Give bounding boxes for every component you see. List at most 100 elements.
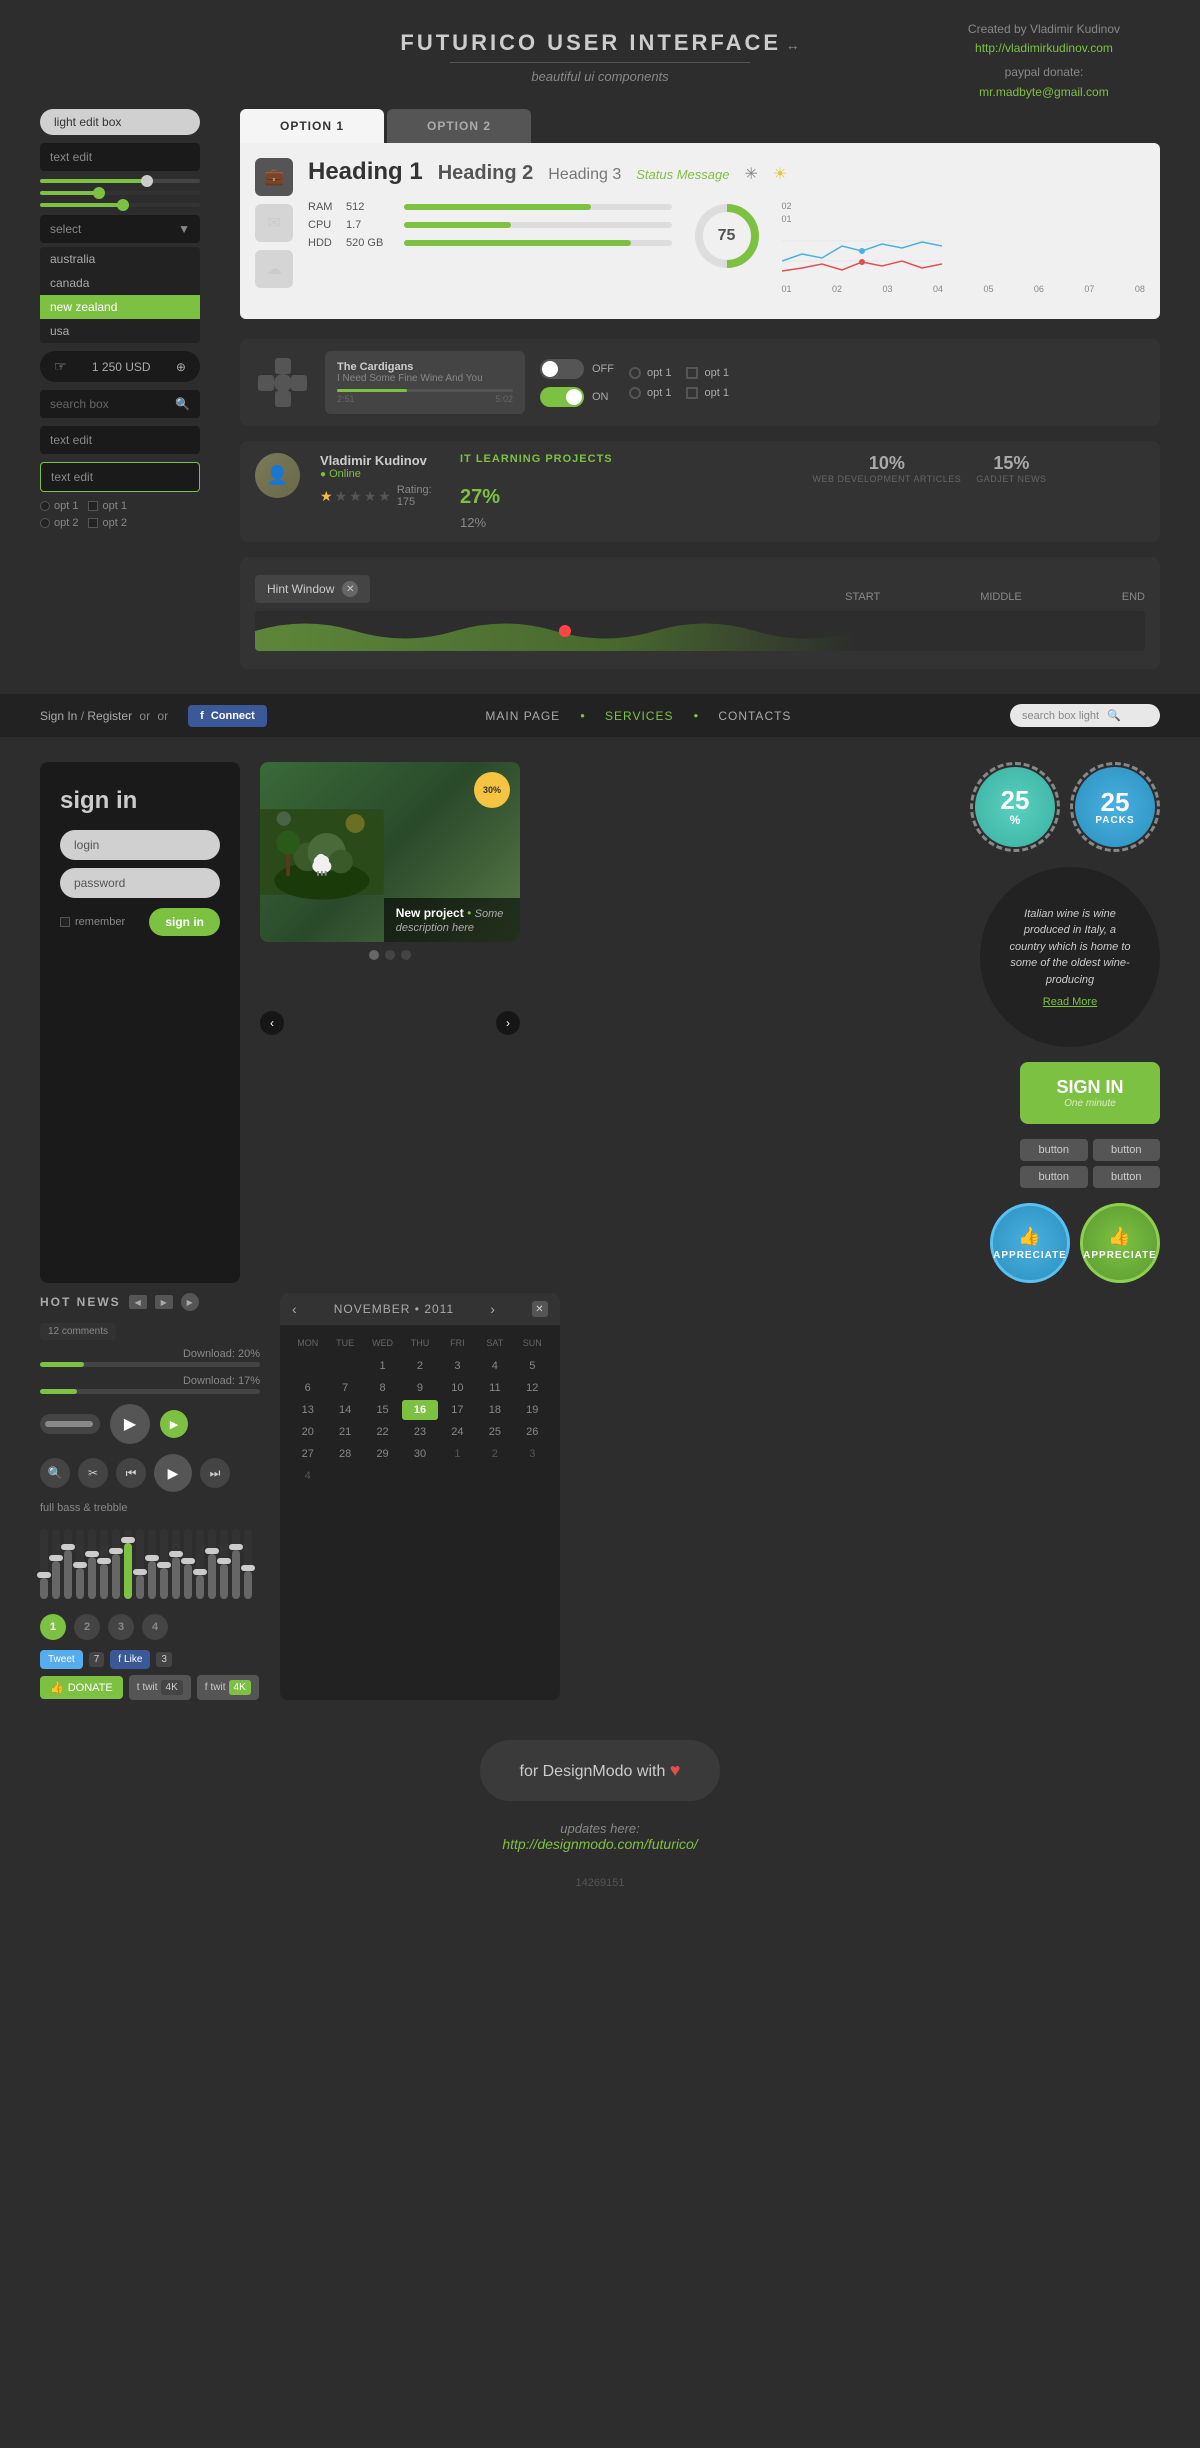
slider-1[interactable] (40, 179, 200, 183)
eq-bar-3[interactable] (64, 1529, 72, 1599)
cal-day-17[interactable]: 17 (440, 1400, 475, 1420)
cal-day-11[interactable]: 11 (477, 1378, 512, 1398)
button-4[interactable]: button (1093, 1166, 1161, 1188)
dropdown-item-australia[interactable]: australia (40, 247, 200, 271)
footer-update-url[interactable]: http://designmodo.com/futurico/ (0, 1836, 1200, 1852)
vol-down-button[interactable]: 🔍 (40, 1458, 70, 1488)
carousel-next[interactable]: › (496, 1011, 520, 1035)
search-box[interactable]: search box 🔍 (40, 390, 200, 418)
prev-button[interactable]: ⏮ (116, 1458, 146, 1488)
cal-day-16[interactable]: 16 (402, 1400, 437, 1420)
appreciate-blue-button[interactable]: 👍 APPRECIATE (990, 1203, 1070, 1283)
cal-next[interactable]: › (490, 1301, 496, 1317)
text-edit-3[interactable]: text edit (40, 462, 200, 492)
password-input[interactable]: password (60, 868, 220, 898)
register-link[interactable]: Register (87, 709, 132, 723)
appreciate-green-button[interactable]: 👍 APPRECIATE (1080, 1203, 1160, 1283)
scissors-button[interactable]: ✂ (78, 1458, 108, 1488)
eq-bar-6[interactable] (100, 1529, 108, 1599)
toggle-on[interactable] (540, 387, 584, 407)
page-4[interactable]: 4 (142, 1614, 168, 1640)
cal-day-2[interactable]: 2 (402, 1356, 437, 1376)
signin-big-button[interactable]: SIGN IN One minute (1020, 1062, 1160, 1124)
cal-day-8[interactable]: 8 (365, 1378, 400, 1398)
cal-day-27[interactable]: 27 (290, 1444, 325, 1464)
sign-in-link[interactable]: Sign In (40, 709, 77, 723)
eq-bar-7[interactable] (112, 1529, 120, 1599)
fb-button-1[interactable]: f twit 4K (197, 1675, 259, 1700)
dpad-left[interactable] (258, 375, 274, 391)
comments-badge[interactable]: 12 comments (40, 1323, 116, 1340)
light-edit-box[interactable]: light edit box (40, 109, 200, 135)
wave-progress[interactable] (255, 611, 1145, 651)
donate-button[interactable]: 👍 DONATE (40, 1676, 123, 1699)
cal-day-15[interactable]: 15 (365, 1400, 400, 1420)
dropdown-item-usa[interactable]: usa (40, 319, 200, 343)
nav-main-page[interactable]: MAIN PAGE (485, 709, 560, 723)
remember-row[interactable]: remember (60, 916, 125, 928)
button-2[interactable]: button (1093, 1139, 1161, 1161)
eq-bar-11[interactable] (160, 1529, 168, 1599)
volume-slider[interactable] (40, 1414, 100, 1434)
slider-2[interactable] (40, 191, 200, 195)
eq-bar-1[interactable] (40, 1529, 48, 1599)
play-button-green[interactable]: ▶ (160, 1410, 188, 1438)
carousel-dot-3[interactable] (401, 950, 411, 960)
cal-day-31c[interactable]: 3 (515, 1444, 550, 1464)
cal-day-6[interactable]: 6 (290, 1378, 325, 1398)
checkbox-dark-opt2[interactable]: opt 1 (686, 387, 728, 399)
cal-day-22[interactable]: 22 (365, 1422, 400, 1442)
cal-day-3[interactable]: 3 (440, 1356, 475, 1376)
dpad-up[interactable] (275, 358, 291, 374)
page-2[interactable]: 2 (74, 1614, 100, 1640)
page-3[interactable]: 3 (108, 1614, 134, 1640)
play-transport-button[interactable]: ▶ (154, 1454, 192, 1492)
radio-dark-opt2[interactable]: opt 1 (629, 387, 671, 399)
checkbox-opt2[interactable]: opt 2 (88, 517, 126, 529)
cal-day-20[interactable]: 20 (290, 1422, 325, 1442)
next-button[interactable]: ⏭ (200, 1458, 230, 1488)
eq-bar-2[interactable] (52, 1529, 60, 1599)
cal-day-1[interactable]: 1 (365, 1356, 400, 1376)
cal-day-10[interactable]: 10 (440, 1378, 475, 1398)
cal-day-21[interactable]: 21 (327, 1422, 362, 1442)
text-edit-1[interactable]: text edit (40, 143, 200, 171)
cal-day-31d[interactable]: 4 (290, 1466, 325, 1486)
eq-bar-10[interactable] (148, 1529, 156, 1599)
cal-day-24[interactable]: 24 (440, 1422, 475, 1442)
eq-bar-13[interactable] (184, 1529, 192, 1599)
cal-day-23[interactable]: 23 (402, 1422, 437, 1442)
play-icon-sm[interactable]: ▶ (181, 1293, 199, 1311)
cal-day-7[interactable]: 7 (327, 1378, 362, 1398)
eq-bar-18[interactable] (244, 1529, 252, 1599)
eq-bar-15[interactable] (208, 1529, 216, 1599)
nav-contacts[interactable]: CONTACTS (718, 709, 791, 723)
music-progress[interactable] (337, 389, 513, 392)
cal-day-9[interactable]: 9 (402, 1378, 437, 1398)
like-button[interactable]: f Like (110, 1650, 150, 1669)
cal-day-26[interactable]: 26 (515, 1422, 550, 1442)
cal-day-13[interactable]: 13 (290, 1400, 325, 1420)
eq-bar-9[interactable] (136, 1529, 144, 1599)
button-1[interactable]: button (1020, 1139, 1088, 1161)
carousel-prev[interactable]: ‹ (260, 1011, 284, 1035)
text-edit-2[interactable]: text edit (40, 426, 200, 454)
page-1[interactable]: 1 (40, 1614, 66, 1640)
cal-prev[interactable]: ‹ (292, 1301, 298, 1317)
news-icon-1[interactable]: ◀ (129, 1295, 147, 1309)
cal-close-button[interactable]: ✕ (532, 1301, 548, 1317)
radio-dark-opt1[interactable]: opt 1 (629, 367, 671, 379)
cal-day-31a[interactable]: 1 (440, 1444, 475, 1464)
slider-3[interactable] (40, 203, 200, 207)
news-icon-2[interactable]: ▶ (155, 1295, 173, 1309)
button-3[interactable]: button (1020, 1166, 1088, 1188)
cal-day-19[interactable]: 19 (515, 1400, 550, 1420)
checkbox-dark-opt1[interactable]: opt 1 (686, 367, 728, 379)
icon-upload[interactable]: ☁ (255, 250, 293, 288)
tab-option1[interactable]: OPTION 1 (240, 109, 384, 143)
tab-option2[interactable]: OPTION 2 (387, 109, 531, 143)
number-input[interactable]: ☞ 1 250 USD ⊕ (40, 351, 200, 382)
dropdown-item-canada[interactable]: canada (40, 271, 200, 295)
play-button-large[interactable]: ▶ (110, 1404, 150, 1444)
hint-close-button[interactable]: ✕ (342, 581, 358, 597)
